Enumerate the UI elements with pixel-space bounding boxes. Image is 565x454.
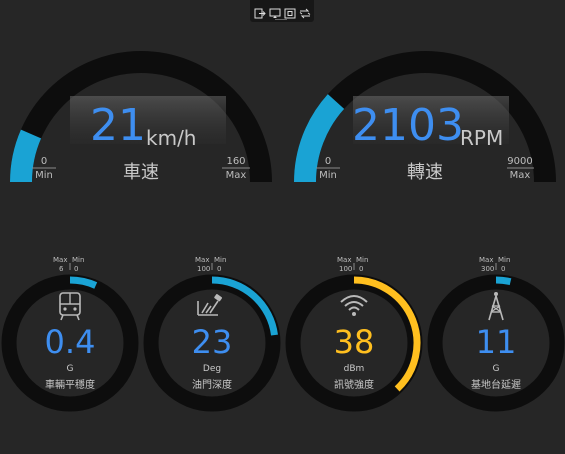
rpm-value: 2103	[352, 100, 464, 151]
speed-value: 21	[90, 100, 146, 151]
speed-min-value: 0	[40, 156, 48, 167]
gforce-min-label: Min	[72, 256, 85, 264]
speed-max-value: 160	[226, 156, 246, 167]
throttle-label: 油門深度	[192, 380, 232, 391]
speed-unit: km/h	[146, 126, 197, 150]
signal-max-value: 100	[339, 265, 353, 273]
rpm-max-value: 9000	[507, 156, 533, 167]
throttle-max-label: Max	[195, 256, 210, 264]
gforce-max-label: Max	[53, 256, 68, 264]
latency-min-value: 0	[501, 265, 506, 273]
throttle-value: 23	[191, 323, 233, 361]
rpm-min-value: 0	[324, 156, 332, 167]
latency-max-value: 300	[481, 265, 495, 273]
signal-min-label: Min	[356, 256, 369, 264]
gforce-label: 車輛平穩度	[45, 380, 95, 391]
signal-max-label: Max	[337, 256, 352, 264]
speed-label: 車速	[123, 162, 159, 183]
throttle-min-value: 0	[217, 265, 222, 273]
signal-unit: dBm	[343, 364, 365, 374]
wifi-icon	[340, 295, 368, 316]
latency-max-label: Max	[479, 256, 494, 264]
signal-value: 38	[333, 323, 375, 361]
latency-unit: G	[492, 364, 500, 374]
speed-gauge-fill	[10, 129, 42, 183]
rpm-unit: RPM	[460, 126, 504, 150]
tower-icon	[488, 292, 504, 321]
latency-min-label: Min	[498, 256, 511, 264]
throttle-unit: Deg	[202, 364, 222, 374]
throttle-max-value: 100	[197, 265, 211, 273]
latency-gauge-fill	[495, 276, 512, 286]
rpm-label: 轉速	[407, 162, 443, 183]
gforce-value: 0.4	[44, 323, 96, 361]
rpm-max-label: Max	[509, 170, 531, 181]
throttle-min-label: Min	[214, 256, 227, 264]
latency-label: 基地台延遲	[471, 380, 521, 391]
gforce-min-value: 0	[74, 265, 79, 273]
signal-label: 訊號強度	[334, 380, 374, 391]
throttle-icon	[197, 294, 223, 316]
bus-icon	[59, 292, 81, 321]
speed-min-label: Min	[35, 170, 53, 181]
signal-min-value: 0	[359, 265, 364, 273]
gforce-unit: G	[66, 364, 74, 374]
rpm-min-label: Min	[319, 170, 337, 181]
gforce-max-value: 6	[59, 265, 64, 273]
latency-value: 11	[475, 323, 517, 361]
speed-max-label: Max	[225, 170, 247, 181]
